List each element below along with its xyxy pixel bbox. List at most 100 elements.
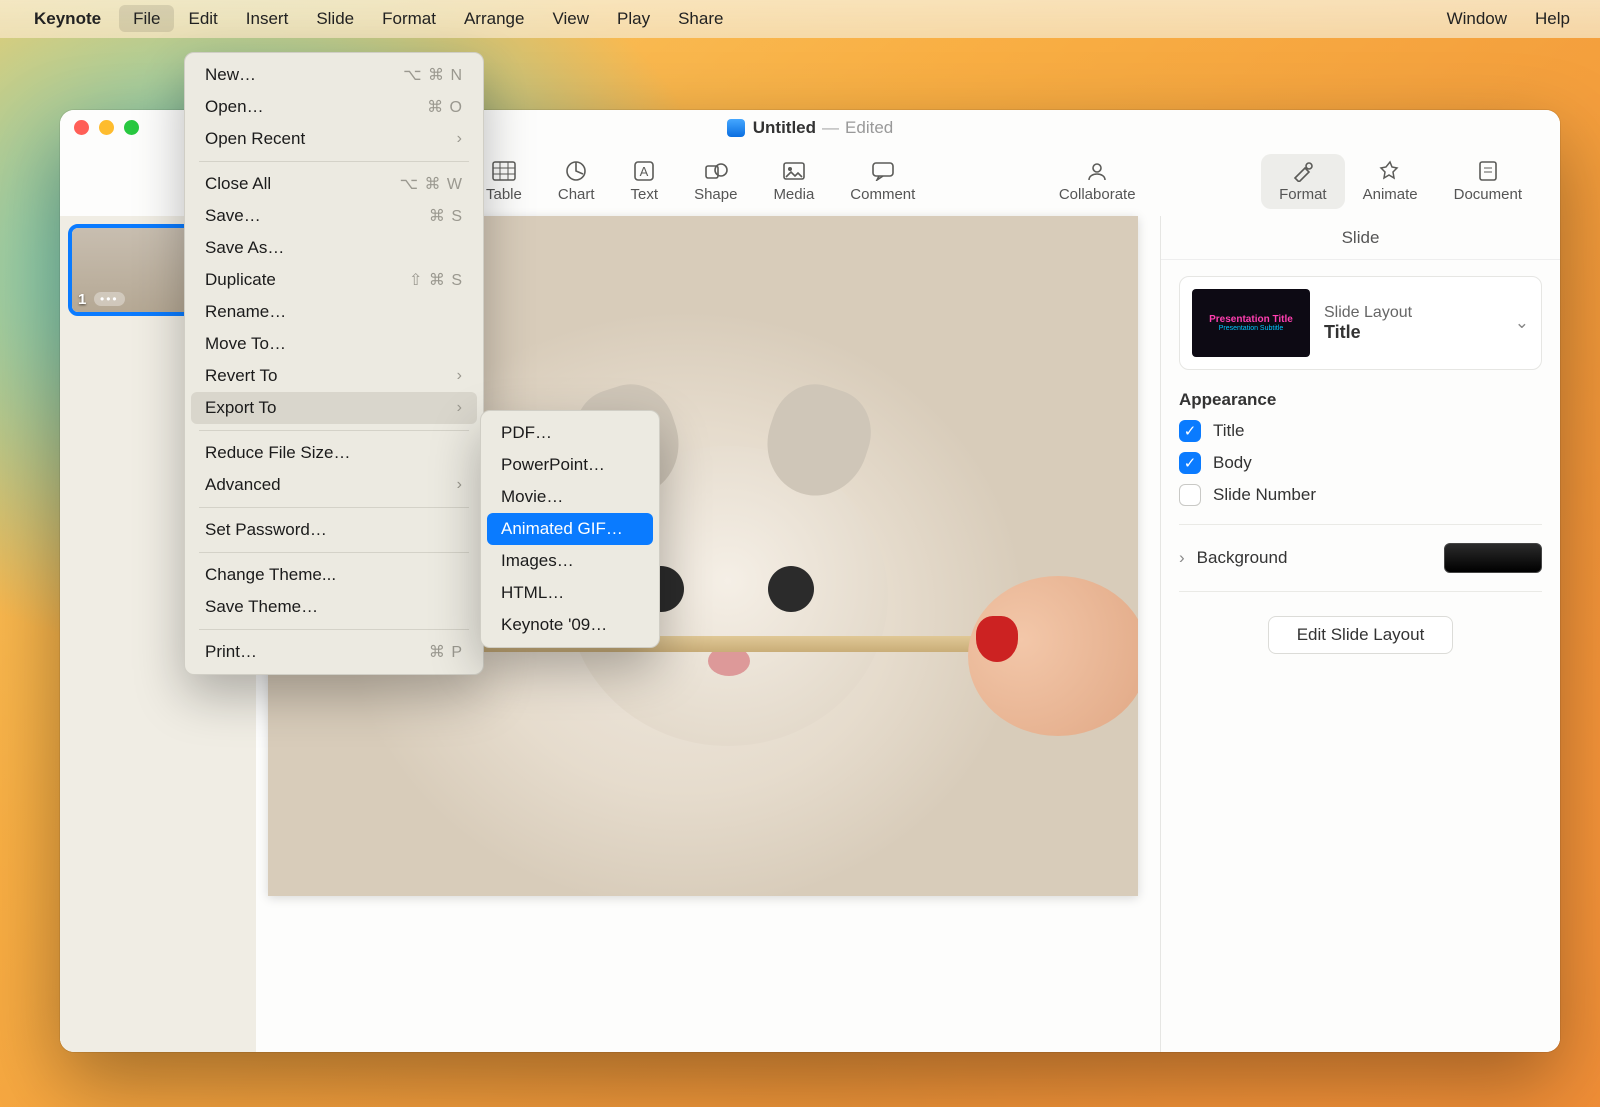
- table-icon: [491, 160, 517, 182]
- text-icon: A: [631, 160, 657, 182]
- background-row[interactable]: › Background: [1179, 543, 1542, 573]
- toolbar-collaborate-button[interactable]: Collaborate: [1041, 154, 1154, 209]
- slide-thumbnail-menu-icon[interactable]: •••: [94, 292, 125, 306]
- media-icon: [781, 160, 807, 182]
- menubar-item-help[interactable]: Help: [1521, 5, 1584, 32]
- appearance-slide-number-checkbox[interactable]: Slide Number: [1179, 484, 1542, 506]
- menu-item-rename[interactable]: Rename…: [191, 296, 477, 328]
- export-item-pdf[interactable]: PDF…: [487, 417, 653, 449]
- checkbox-icon: ✓: [1179, 420, 1201, 442]
- toolbar-media-label: Media: [773, 186, 814, 203]
- toolbar-text-button[interactable]: A Text: [613, 154, 677, 209]
- inspector-tab-slide[interactable]: Slide: [1161, 216, 1560, 260]
- toolbar-document-button[interactable]: Document: [1436, 154, 1540, 209]
- appearance-section-title: Appearance: [1179, 390, 1542, 410]
- comment-icon: [870, 160, 896, 182]
- toolbar-comment-button[interactable]: Comment: [832, 154, 933, 209]
- export-item-powerpoint[interactable]: PowerPoint…: [487, 449, 653, 481]
- toolbar-shape-label: Shape: [694, 186, 737, 203]
- toolbar-chart-button[interactable]: Chart: [540, 154, 613, 209]
- toolbar-format-label: Format: [1279, 186, 1327, 203]
- appearance-body-checkbox[interactable]: ✓ Body: [1179, 452, 1542, 474]
- menubar: Keynote FileEditInsertSlideFormatArrange…: [0, 0, 1600, 38]
- menu-item-advanced[interactable]: Advanced›: [191, 469, 477, 501]
- menu-item-duplicate[interactable]: Duplicate⇧ ⌘ S: [191, 264, 477, 296]
- menu-item-print[interactable]: Print…⌘ P: [191, 636, 477, 668]
- file-menu: New…⌥ ⌘ NOpen…⌘ OOpen Recent› Close All⌥ …: [184, 52, 484, 675]
- checkbox-label: Title: [1213, 421, 1245, 441]
- menu-item-revert-to[interactable]: Revert To›: [191, 360, 477, 392]
- document-icon: [727, 119, 745, 137]
- window-controls: [74, 120, 139, 135]
- toolbar-animate-button[interactable]: Animate: [1345, 154, 1436, 209]
- inspector: Slide Presentation Title Presentation Su…: [1160, 216, 1560, 1052]
- export-item-keynote-09[interactable]: Keynote '09…: [487, 609, 653, 641]
- menubar-item-play[interactable]: Play: [603, 5, 664, 32]
- checkbox-label: Slide Number: [1213, 485, 1316, 505]
- menu-item-reduce-file-size[interactable]: Reduce File Size…: [191, 437, 477, 469]
- menu-item-open[interactable]: Open…⌘ O: [191, 91, 477, 123]
- menubar-item-edit[interactable]: Edit: [174, 5, 231, 32]
- slide-layout-thumbnail: Presentation Title Presentation Subtitle: [1192, 289, 1310, 357]
- menu-item-close-all[interactable]: Close All⌥ ⌘ W: [191, 168, 477, 200]
- menubar-item-insert[interactable]: Insert: [232, 5, 303, 32]
- toolbar-animate-label: Animate: [1363, 186, 1418, 203]
- toolbar-text-label: Text: [631, 186, 659, 203]
- toolbar-shape-button[interactable]: Shape: [676, 154, 755, 209]
- export-to-submenu: PDF…PowerPoint…Movie…Animated GIF…Images…: [480, 410, 660, 648]
- menu-item-open-recent[interactable]: Open Recent›: [191, 123, 477, 155]
- shape-icon: [703, 160, 729, 182]
- chart-icon: [563, 160, 589, 182]
- menu-item-save-as[interactable]: Save As…: [191, 232, 477, 264]
- toolbar-table-label: Table: [486, 186, 522, 203]
- chevron-right-icon: ›: [457, 367, 463, 385]
- export-item-images[interactable]: Images…: [487, 545, 653, 577]
- zoom-window-button[interactable]: [124, 120, 139, 135]
- menubar-item-view[interactable]: View: [538, 5, 603, 32]
- chevron-right-icon: ›: [457, 130, 463, 148]
- checkbox-icon: ✓: [1179, 452, 1201, 474]
- menu-item-change-theme[interactable]: Change Theme...: [191, 559, 477, 591]
- menu-item-new[interactable]: New…⌥ ⌘ N: [191, 59, 477, 91]
- export-item-movie[interactable]: Movie…: [487, 481, 653, 513]
- checkbox-icon: [1179, 484, 1201, 506]
- toolbar-chart-label: Chart: [558, 186, 595, 203]
- collaborate-icon: [1084, 160, 1110, 182]
- menu-item-set-password[interactable]: Set Password…: [191, 514, 477, 546]
- slide-layout-picker[interactable]: Presentation Title Presentation Subtitle…: [1179, 276, 1542, 370]
- chevron-right-icon: ›: [457, 476, 463, 494]
- menubar-item-file[interactable]: File: [119, 5, 174, 32]
- format-icon: [1290, 160, 1316, 182]
- toolbar-collaborate-label: Collaborate: [1059, 186, 1136, 203]
- menu-item-export-to[interactable]: Export To›: [191, 392, 477, 424]
- slide-layout-label: Slide Layout: [1324, 304, 1412, 322]
- edit-slide-layout-button[interactable]: Edit Slide Layout: [1268, 616, 1454, 654]
- export-item-animated-gif[interactable]: Animated GIF…: [487, 513, 653, 545]
- toolbar-media-button[interactable]: Media: [755, 154, 832, 209]
- chevron-right-icon: ›: [1179, 548, 1185, 568]
- menubar-item-format[interactable]: Format: [368, 5, 450, 32]
- slide-layout-name: Title: [1324, 322, 1412, 343]
- menu-item-save-theme[interactable]: Save Theme…: [191, 591, 477, 623]
- checkbox-label: Body: [1213, 453, 1252, 473]
- document-edited-label: Edited: [845, 118, 893, 138]
- menu-item-move-to[interactable]: Move To…: [191, 328, 477, 360]
- menubar-item-window[interactable]: Window: [1433, 5, 1521, 32]
- toolbar-format-button[interactable]: Format: [1261, 154, 1345, 209]
- toolbar-comment-label: Comment: [850, 186, 915, 203]
- appearance-title-checkbox[interactable]: ✓ Title: [1179, 420, 1542, 442]
- document-title[interactable]: Untitled: [753, 118, 816, 138]
- menubar-item-share[interactable]: Share: [664, 5, 737, 32]
- menubar-item-arrange[interactable]: Arrange: [450, 5, 538, 32]
- app-name[interactable]: Keynote: [34, 9, 101, 29]
- menu-item-save[interactable]: Save…⌘ S: [191, 200, 477, 232]
- menubar-item-slide[interactable]: Slide: [302, 5, 368, 32]
- export-item-html[interactable]: HTML…: [487, 577, 653, 609]
- background-color-swatch[interactable]: [1444, 543, 1542, 573]
- chevron-down-icon: ⌄: [1515, 313, 1529, 333]
- minimize-window-button[interactable]: [99, 120, 114, 135]
- background-label: Background: [1197, 548, 1288, 568]
- toolbar-document-label: Document: [1454, 186, 1522, 203]
- slide-number-label: 1: [78, 291, 86, 308]
- close-window-button[interactable]: [74, 120, 89, 135]
